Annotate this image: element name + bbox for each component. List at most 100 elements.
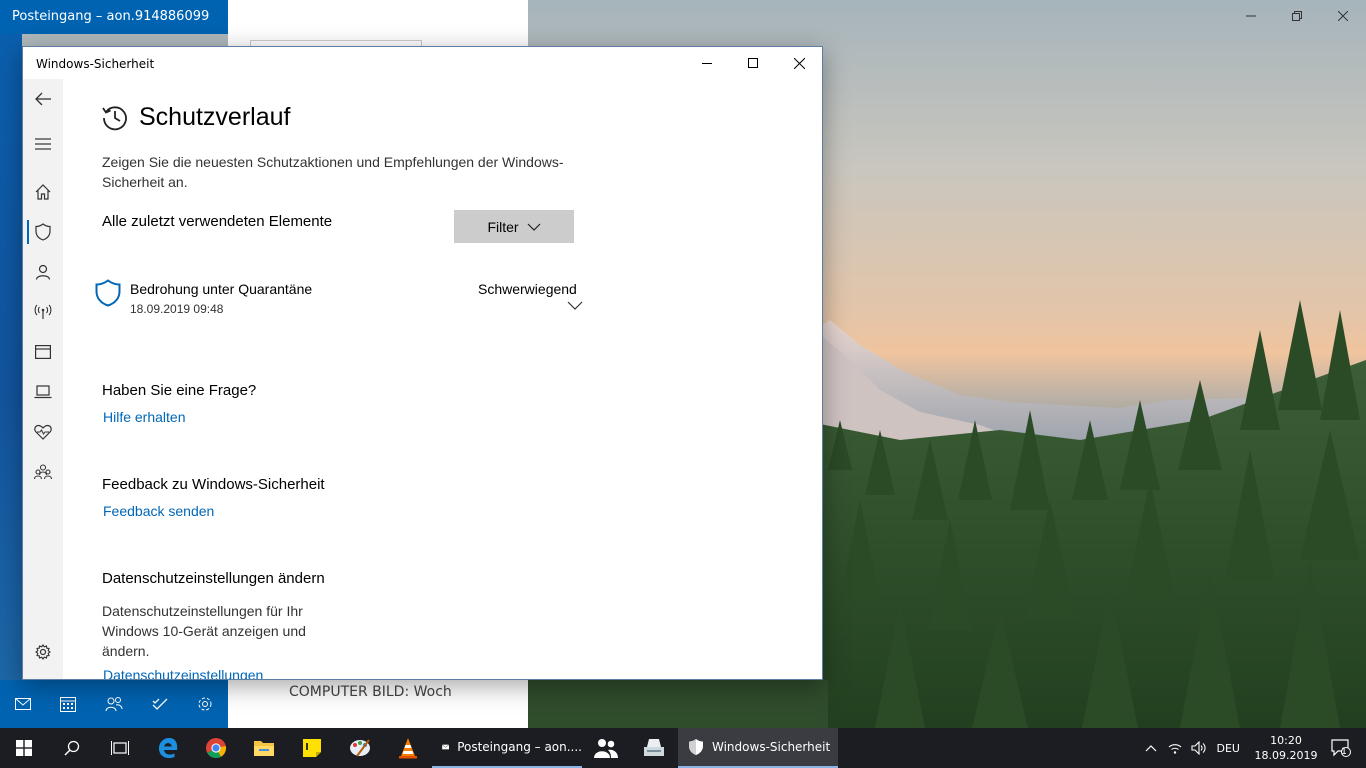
file-explorer-button[interactable] (240, 728, 288, 768)
clock-time: 10:20 (1270, 734, 1302, 747)
recent-items-label: Alle zuletzt verwendeten Elemente (102, 213, 333, 230)
taskbar-mail-app[interactable]: Posteingang – aon.... (432, 728, 582, 768)
sticky-notes-button[interactable] (288, 728, 336, 768)
input-language[interactable]: DEU (1217, 742, 1240, 755)
privacy-settings-link[interactable]: Datenschutzeinstellungen (103, 667, 263, 679)
home-icon (35, 184, 51, 200)
system-tray: DEU 10:20 18.09.2019 1 (1139, 728, 1366, 768)
heart-pulse-icon (34, 424, 52, 440)
feedback-link[interactable]: Feedback senden (103, 503, 214, 519)
hamburger-icon (35, 138, 51, 150)
nav-virus-protection[interactable] (23, 214, 63, 250)
taskbar-mail-label: Posteingang – aon.... (457, 740, 582, 754)
people-icon (594, 739, 618, 758)
people-icon[interactable] (91, 680, 137, 728)
shield-icon (95, 279, 121, 307)
shield-icon (35, 223, 51, 241)
windows-logo-icon (16, 740, 32, 756)
search-icon (64, 740, 80, 756)
todo-icon[interactable] (137, 680, 183, 728)
close-button[interactable] (776, 47, 822, 79)
nav-device-security[interactable] (23, 374, 63, 410)
scanner-icon (644, 739, 664, 756)
family-icon (34, 464, 52, 480)
notification-count: 1 (1341, 747, 1347, 757)
help-link[interactable]: Hilfe erhalten (103, 409, 186, 425)
window-title-bar[interactable]: Windows-Sicherheit (23, 47, 822, 79)
back-button[interactable] (23, 81, 63, 117)
calendar-icon[interactable] (46, 680, 92, 728)
nav-device-performance[interactable] (23, 414, 63, 450)
gear-icon (35, 644, 51, 660)
nav-home[interactable] (23, 174, 63, 210)
question-heading: Haben Sie eine Frage? (102, 382, 257, 399)
privacy-heading: Datenschutzeinstellungen ändern (102, 570, 325, 587)
taskbar: Posteingang – aon.... Windows-Sicherheit… (0, 728, 1366, 768)
restore-icon[interactable] (1274, 0, 1320, 32)
hamburger-menu-button[interactable] (23, 126, 63, 162)
mail-icon[interactable] (0, 680, 46, 728)
browser-window-icon (35, 345, 51, 359)
network-button[interactable] (1163, 741, 1187, 755)
chevron-down-icon (527, 223, 540, 231)
nav-firewall-network[interactable] (23, 294, 63, 330)
shield-icon (689, 739, 703, 755)
nav-account-protection[interactable] (23, 254, 63, 290)
minimize-icon[interactable] (1228, 0, 1274, 32)
vlc-button[interactable] (384, 728, 432, 768)
envelope-icon (442, 744, 450, 750)
sticky-note-icon (303, 739, 321, 757)
filter-label: Filter (487, 218, 519, 235)
mail-title-bar: Posteingang – aon.914886099 (0, 0, 228, 34)
action-center-button[interactable]: 1 (1322, 739, 1366, 757)
vlc-cone-icon (399, 738, 417, 759)
wifi-icon (1168, 744, 1181, 754)
speaker-icon (1190, 741, 1206, 755)
people-button[interactable] (582, 728, 630, 768)
maximize-button[interactable] (730, 47, 776, 79)
edge-button[interactable] (144, 728, 192, 768)
history-clock-icon (102, 105, 127, 130)
volume-button[interactable] (1187, 741, 1211, 755)
laptop-icon (34, 385, 52, 399)
privacy-description: Datenschutzeinstellungen für Ihr Windows… (102, 603, 306, 659)
paint-button[interactable] (336, 728, 384, 768)
taskbar-security-app[interactable]: Windows-Sicherheit (678, 728, 838, 768)
nav-family-options[interactable] (23, 454, 63, 490)
mail-settings-icon[interactable] (182, 680, 228, 728)
threat-date: 18.09.2019 09:48 (130, 302, 224, 316)
page-description: Zeigen Sie die neuesten Schutzaktionen u… (102, 154, 564, 190)
photo-window-controls (1228, 0, 1366, 34)
edge-browser-icon (159, 738, 178, 759)
windows-security-window: Windows-Sicherheit Schutzverlauf Zeigen … (22, 46, 823, 680)
mail-title: Posteingang – aon.914886099 (12, 9, 210, 24)
start-button[interactable] (0, 728, 48, 768)
threat-list-item[interactable]: Bedrohung unter Quarantäne 18.09.2019 09… (95, 275, 595, 321)
threat-severity: Schwerwiegend (478, 281, 577, 297)
threat-name: Bedrohung unter Quarantäne (130, 281, 313, 297)
person-icon (35, 264, 51, 280)
window-title: Windows-Sicherheit (36, 57, 155, 71)
search-button[interactable] (48, 728, 96, 768)
nav-app-browser-control[interactable] (23, 334, 63, 370)
mail-bottom-bar (0, 680, 228, 728)
nav-settings[interactable] (23, 634, 63, 670)
page-header: Schutzverlauf (101, 103, 290, 132)
page-title: Schutzverlauf (139, 103, 291, 131)
folder-icon (254, 741, 274, 756)
task-view-button[interactable] (96, 728, 144, 768)
chevron-up-icon (1145, 745, 1156, 752)
chrome-button[interactable] (192, 728, 240, 768)
navigation-rail (23, 79, 63, 679)
expand-chevron-icon[interactable] (567, 301, 583, 310)
show-hidden-icons-button[interactable] (1139, 744, 1163, 752)
close-icon[interactable] (1320, 0, 1366, 32)
clock[interactable]: 10:20 18.09.2019 (1250, 733, 1322, 763)
taskbar-security-label: Windows-Sicherheit (712, 740, 831, 754)
mail-preview-text[interactable]: COMPUTER BILD: Woch (289, 684, 452, 700)
minimize-button[interactable] (684, 47, 730, 79)
fax-scan-button[interactable] (630, 728, 678, 768)
filter-button[interactable]: Filter (454, 210, 574, 243)
clock-date: 18.09.2019 (1254, 749, 1318, 762)
window-controls (684, 47, 822, 79)
